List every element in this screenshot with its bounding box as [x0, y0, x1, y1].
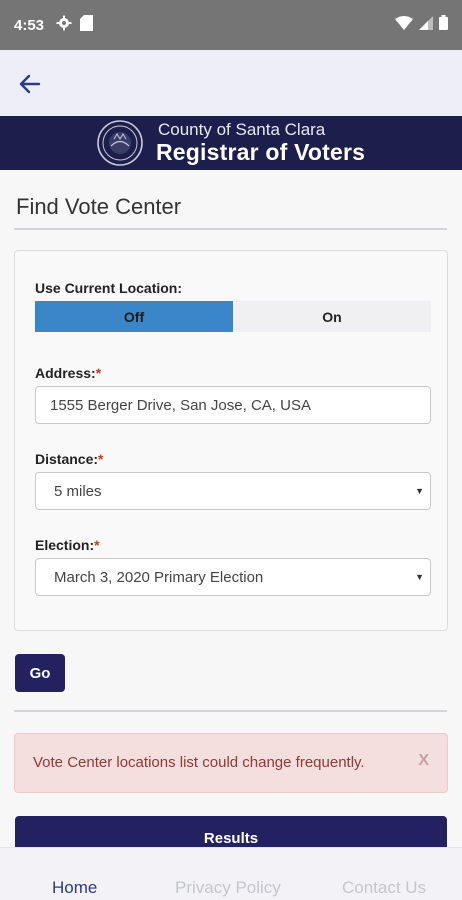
registrar-banner: County of Santa Clara Registrar of Voter…: [0, 116, 462, 170]
address-input[interactable]: 1555 Berger Drive, San Jose, CA, USA: [35, 386, 431, 424]
info-alert: Vote Center locations list could change …: [14, 733, 448, 793]
status-time: 4:53: [14, 16, 45, 34]
settings-icon: [56, 15, 72, 36]
sd-card-icon: [80, 14, 94, 36]
battery-icon: [439, 15, 448, 35]
required-marker: *: [98, 451, 104, 467]
wifi-icon: [395, 15, 413, 35]
arrow-left-icon: [19, 74, 41, 94]
use-location-toggle: Off On: [35, 301, 431, 332]
go-button[interactable]: Go: [15, 654, 65, 692]
bottom-nav: Home Privacy Policy Contact Us: [0, 847, 462, 900]
results-label: Results: [203, 830, 259, 847]
section-divider: [14, 710, 447, 712]
distance-label: Distance:*: [35, 451, 103, 467]
banner-title: Registrar of Voters: [156, 139, 366, 165]
alert-text: Vote Center locations list could change …: [33, 754, 365, 771]
use-location-label: Use Current Location:: [35, 280, 183, 296]
address-label: Address:*: [35, 365, 101, 381]
election-label: Election:*: [35, 537, 100, 553]
status-bar: 4:53: [0, 0, 462, 50]
election-label-text: Election:: [35, 537, 95, 553]
dropdown-arrow-icon: ▼: [415, 572, 424, 582]
title-divider: [14, 228, 447, 230]
toggle-off-option[interactable]: Off: [35, 301, 233, 332]
dropdown-arrow-icon: ▼: [415, 486, 424, 496]
required-marker: *: [95, 365, 102, 381]
county-seal-icon: [97, 120, 143, 166]
distance-value: 5 miles: [54, 482, 102, 500]
election-value: March 3, 2020 Primary Election: [54, 568, 264, 586]
banner-subtitle: County of Santa Clara: [158, 120, 326, 139]
back-button[interactable]: [14, 68, 46, 100]
nav-home[interactable]: Home: [52, 878, 97, 898]
page-title: Find Vote Center: [16, 194, 182, 219]
app-bar: [0, 50, 462, 116]
election-select[interactable]: March 3, 2020 Primary Election ▼: [35, 558, 431, 596]
nav-contact-us[interactable]: Contact Us: [342, 878, 426, 898]
distance-label-text: Distance:: [35, 451, 99, 467]
distance-select[interactable]: 5 miles ▼: [35, 472, 431, 510]
nav-privacy-policy[interactable]: Privacy Policy: [175, 878, 281, 898]
address-value: 1555 Berger Drive, San Jose, CA, USA: [50, 396, 311, 414]
search-form-card: Use Current Location: Off On Address:* 1…: [14, 250, 448, 631]
signal-icon: [419, 15, 433, 35]
status-right-icons: [395, 15, 448, 35]
toggle-on-option[interactable]: On: [233, 301, 431, 332]
address-label-text: Address:: [35, 365, 96, 381]
required-marker: *: [94, 537, 100, 553]
status-left-icons: [56, 14, 94, 36]
alert-close-button[interactable]: X: [418, 752, 429, 770]
